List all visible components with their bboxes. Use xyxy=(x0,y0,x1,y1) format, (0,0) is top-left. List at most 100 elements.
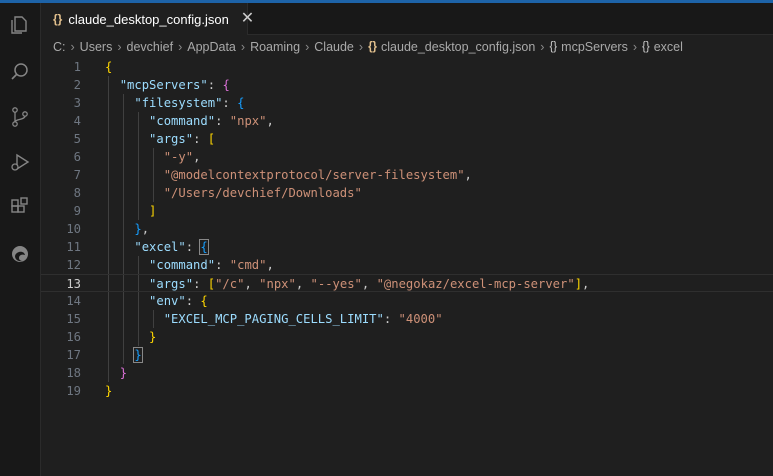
code-token: : xyxy=(185,240,201,254)
breadcrumb-item[interactable]: Users xyxy=(80,40,113,54)
code-line[interactable]: 14 "env": { xyxy=(41,292,773,310)
breadcrumb-item[interactable]: excel xyxy=(654,40,683,54)
breadcrumb-item[interactable]: Claude xyxy=(314,40,354,54)
explorer-icon[interactable] xyxy=(7,12,33,38)
line-number: 6 xyxy=(73,150,81,164)
line-number: 19 xyxy=(66,384,81,398)
tab-claude-desktop-config[interactable]: {} claude_desktop_config.json ✕ xyxy=(41,3,254,35)
code-token: "env" xyxy=(149,294,186,308)
line-number: 8 xyxy=(73,186,81,200)
chevron-right-icon: › xyxy=(178,40,183,54)
code-text: ] xyxy=(105,202,156,220)
code-token: "filesystem" xyxy=(134,96,223,110)
breadcrumb-item[interactable]: mcpServers xyxy=(561,40,628,54)
code-text: "args": ["/c", "npx", "--yes", "@negokaz… xyxy=(105,275,589,293)
chevron-right-icon: › xyxy=(632,40,638,54)
code-token: { xyxy=(222,78,230,92)
line-number: 10 xyxy=(66,222,81,236)
code-editor[interactable]: 1{2 "mcpServers": {3 "filesystem": {4 "c… xyxy=(41,58,773,476)
line-number: 16 xyxy=(66,330,81,344)
code-token: { xyxy=(105,60,113,74)
code-token: , xyxy=(295,277,311,291)
line-number: 2 xyxy=(73,78,81,92)
code-line[interactable]: 13 "args": ["/c", "npx", "--yes", "@nego… xyxy=(41,274,773,292)
code-line[interactable]: 17 } xyxy=(41,346,773,364)
close-icon[interactable]: ✕ xyxy=(241,11,254,27)
code-token: , xyxy=(141,222,150,236)
code-text: "env": { xyxy=(105,292,208,310)
code-text: } xyxy=(105,346,143,364)
code-line[interactable]: 6 "-y", xyxy=(41,148,773,166)
code-token: "cmd" xyxy=(229,258,267,272)
run-debug-icon[interactable] xyxy=(7,149,33,175)
code-text: "EXCEL_MCP_PAGING_CELLS_LIMIT": "4000" xyxy=(105,310,443,328)
code-token: "args" xyxy=(149,132,194,146)
tab-label: claude_desktop_config.json xyxy=(68,11,229,27)
code-token: "excel" xyxy=(134,240,186,254)
code-text: "filesystem": { xyxy=(105,94,244,112)
code-line[interactable]: 7 "@modelcontextprotocol/server-filesyst… xyxy=(41,166,773,184)
breadcrumb-item[interactable]: devchief xyxy=(127,40,174,54)
code-line[interactable]: 4 "command": "npx", xyxy=(41,112,773,130)
code-text: "-y", xyxy=(105,148,201,166)
code-token: ] xyxy=(574,277,583,291)
tab-bar: {} claude_desktop_config.json ✕ xyxy=(41,3,773,35)
code-text: "/Users/devchief/Downloads" xyxy=(105,184,362,202)
chevron-right-icon: › xyxy=(70,40,75,54)
line-number: 1 xyxy=(73,60,81,74)
code-line[interactable]: 15 "EXCEL_MCP_PAGING_CELLS_LIMIT": "4000… xyxy=(41,310,773,328)
code-line[interactable]: 3 "filesystem": { xyxy=(41,94,773,112)
source-control-icon[interactable] xyxy=(7,104,33,130)
code-line[interactable]: 10 }, xyxy=(41,220,773,238)
breadcrumb-item[interactable]: Roaming xyxy=(250,40,300,54)
search-icon[interactable] xyxy=(7,59,33,85)
code-token: "mcpServers" xyxy=(119,78,208,92)
chevron-right-icon: › xyxy=(240,40,246,54)
breadcrumb-item[interactable]: AppData xyxy=(187,40,236,54)
code-token: "4000" xyxy=(398,312,443,326)
breadcrumb-item[interactable]: claude_desktop_config.json xyxy=(381,40,535,54)
code-line[interactable]: 12 "command": "cmd", xyxy=(41,256,773,274)
code-token: : xyxy=(193,277,208,291)
edge-icon[interactable] xyxy=(7,241,33,267)
code-line[interactable]: 19} xyxy=(41,382,773,400)
code-token: "-y" xyxy=(163,150,194,164)
code-line[interactable]: 2 "mcpServers": { xyxy=(41,76,773,94)
code-line[interactable]: 9 ] xyxy=(41,202,773,220)
chevron-right-icon: › xyxy=(540,40,545,54)
code-line[interactable]: 16 } xyxy=(41,328,773,346)
code-token: , xyxy=(193,150,201,164)
code-line[interactable]: 11 "excel": { xyxy=(41,238,773,256)
code-text: { xyxy=(105,58,112,76)
code-line[interactable]: 8 "/Users/devchief/Downloads" xyxy=(41,184,773,202)
line-number: 12 xyxy=(66,258,81,272)
code-line[interactable]: 5 "args": [ xyxy=(41,130,773,148)
code-line[interactable]: 1{ xyxy=(41,58,773,76)
code-token: [ xyxy=(207,277,216,291)
code-text: "mcpServers": { xyxy=(105,76,230,94)
code-token: , xyxy=(244,277,260,291)
code-token: "/Users/devchief/Downloads" xyxy=(163,186,362,200)
code-token: , xyxy=(464,168,472,182)
code-token: "EXCEL_MCP_PAGING_CELLS_LIMIT" xyxy=(163,312,384,326)
line-number: 5 xyxy=(73,132,81,146)
extensions-icon[interactable] xyxy=(7,194,33,220)
chevron-right-icon: › xyxy=(117,40,122,54)
line-number: 11 xyxy=(66,240,81,254)
breadcrumb-item[interactable]: C: xyxy=(53,40,66,54)
code-token: : xyxy=(185,294,201,308)
line-number: 9 xyxy=(73,204,81,218)
code-token: "npx" xyxy=(229,114,267,128)
code-token: "args" xyxy=(149,277,194,291)
code-text: "@modelcontextprotocol/server-filesystem… xyxy=(105,166,472,184)
code-line[interactable]: 18 } xyxy=(41,364,773,382)
code-token: } xyxy=(134,222,142,236)
